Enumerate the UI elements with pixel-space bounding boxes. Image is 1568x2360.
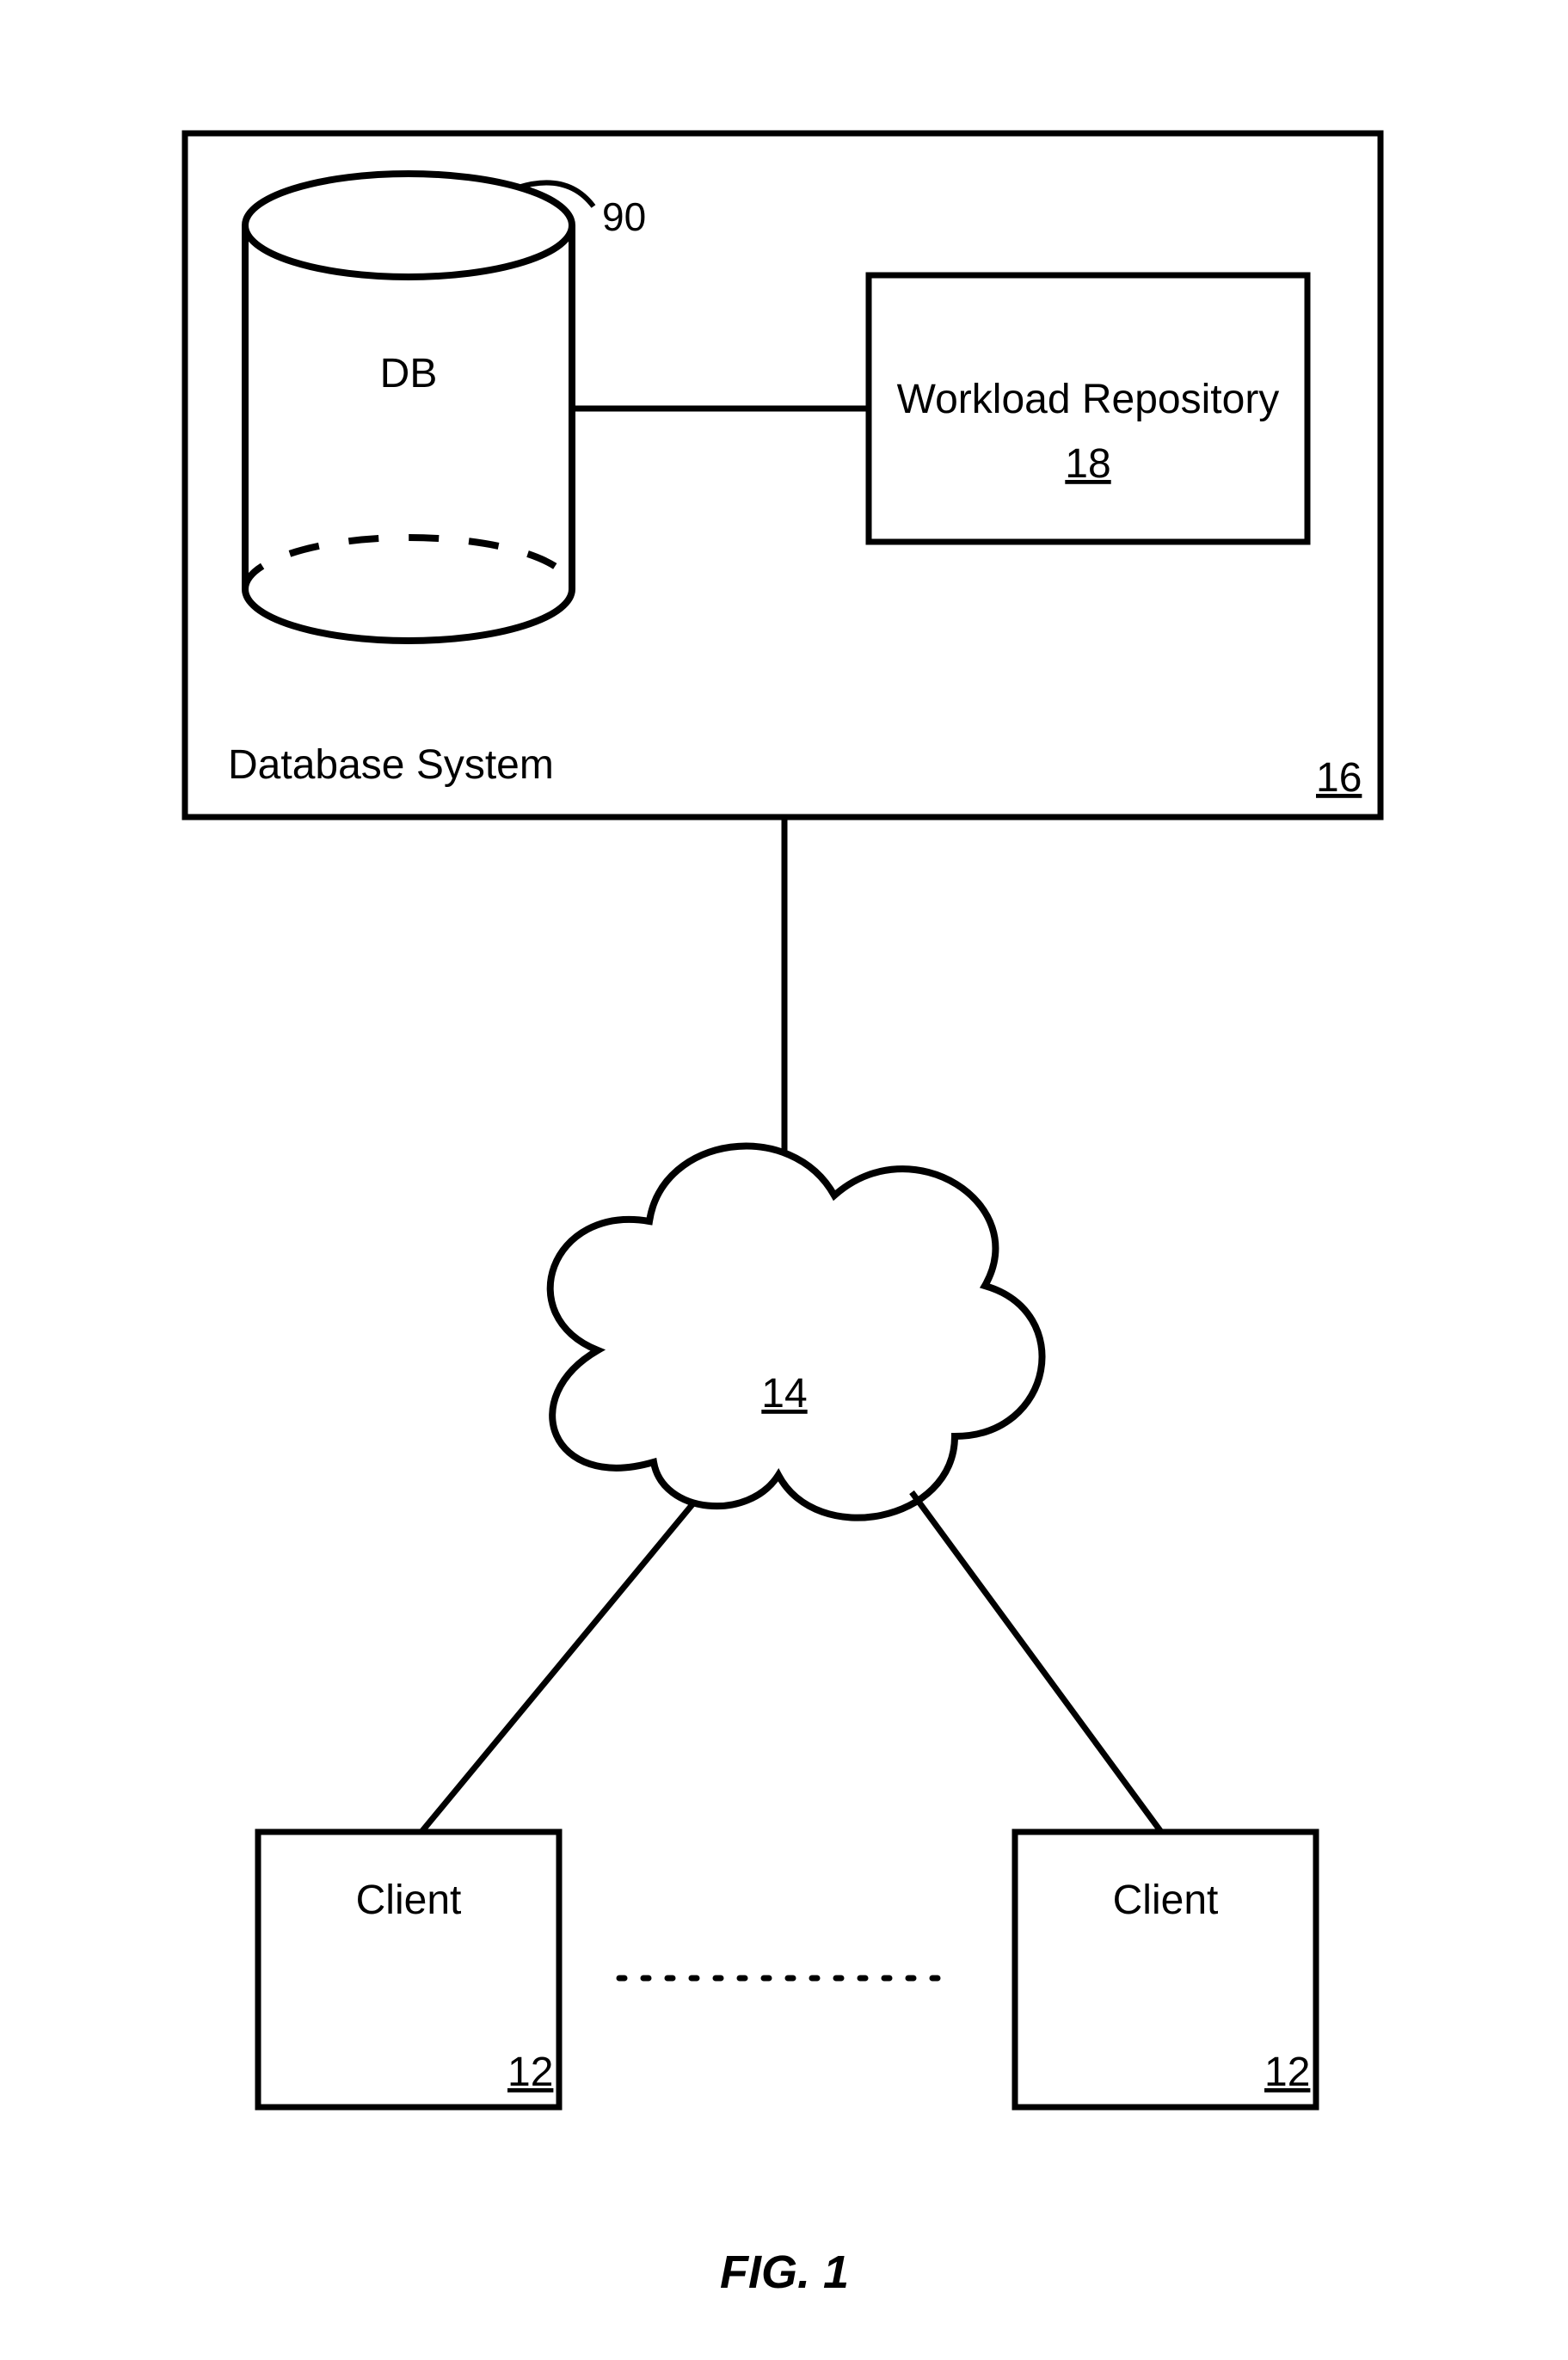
cloud-ref: 14 — [761, 1371, 807, 1417]
client-box-left: Client 12 — [258, 1832, 559, 2107]
db-label: DB — [380, 351, 438, 396]
workload-repository-title: Workload Repository — [897, 377, 1280, 422]
database-system-ref: 16 — [1316, 755, 1362, 801]
db-cylinder: DB — [245, 174, 572, 641]
client-box-right: Client 12 — [1015, 1832, 1316, 2107]
client-left-label: Client — [356, 1878, 462, 1923]
diagram-figure-1: Database System 16 DB 90 Workload Reposi… — [0, 0, 1568, 2360]
database-system-box: Database System 16 — [185, 133, 1380, 817]
db-ref: 90 — [602, 194, 646, 239]
client-right-ref: 12 — [1264, 2050, 1310, 2095]
workload-repository-ref: 18 — [1065, 441, 1110, 487]
network-cloud: 14 — [550, 1146, 1042, 1518]
figure-caption: FIG. 1 — [720, 2246, 849, 2298]
client-right-label: Client — [1113, 1878, 1219, 1923]
client-left-ref: 12 — [507, 2050, 553, 2095]
link-cloud-left-client — [421, 1503, 693, 1832]
database-system-title: Database System — [228, 742, 554, 788]
link-cloud-right-client — [912, 1492, 1161, 1832]
workload-repository-box: Workload Repository 18 — [869, 275, 1307, 542]
